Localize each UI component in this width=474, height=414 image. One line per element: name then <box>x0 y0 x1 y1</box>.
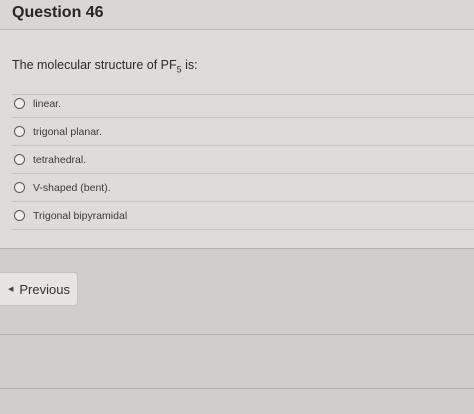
question-prompt-end: is: <box>181 58 198 72</box>
question-prompt-main: The molecular structure of PF <box>12 58 177 72</box>
answer-option-tetrahedral[interactable]: tetrahedral. <box>12 146 474 174</box>
previous-button[interactable]: ◀ Previous <box>0 272 78 306</box>
answer-option-label: linear. <box>33 97 62 110</box>
question-header: Question 46 <box>0 0 474 30</box>
answer-option-label: Trigonal bipyramidal <box>33 209 128 222</box>
question-panel: The molecular structure of PF5 is: linea… <box>0 30 474 248</box>
radio-button[interactable] <box>14 210 25 221</box>
radio-button[interactable] <box>14 154 25 165</box>
radio-button[interactable] <box>14 126 25 137</box>
answer-option-v-shaped[interactable]: V-shaped (bent). <box>12 174 474 202</box>
divider <box>0 248 474 249</box>
answer-option-trigonal-planar[interactable]: trigonal planar. <box>12 118 474 146</box>
divider <box>0 388 474 389</box>
answer-option-trigonal-bipyramidal[interactable]: Trigonal bipyramidal <box>12 202 474 230</box>
radio-button[interactable] <box>14 182 25 193</box>
radio-button[interactable] <box>14 98 25 109</box>
answer-option-label: V-shaped (bent). <box>33 181 111 194</box>
divider <box>0 334 474 335</box>
answer-option-label: trigonal planar. <box>33 125 102 138</box>
previous-button-label: Previous <box>19 281 70 297</box>
answer-option-label: tetrahedral. <box>33 153 87 166</box>
chevron-left-icon: ◀ <box>8 286 14 293</box>
question-number-title: Question 46 <box>12 4 104 21</box>
question-prompt: The molecular structure of PF5 is: <box>12 58 198 75</box>
answer-option-linear[interactable]: linear. <box>12 90 474 118</box>
